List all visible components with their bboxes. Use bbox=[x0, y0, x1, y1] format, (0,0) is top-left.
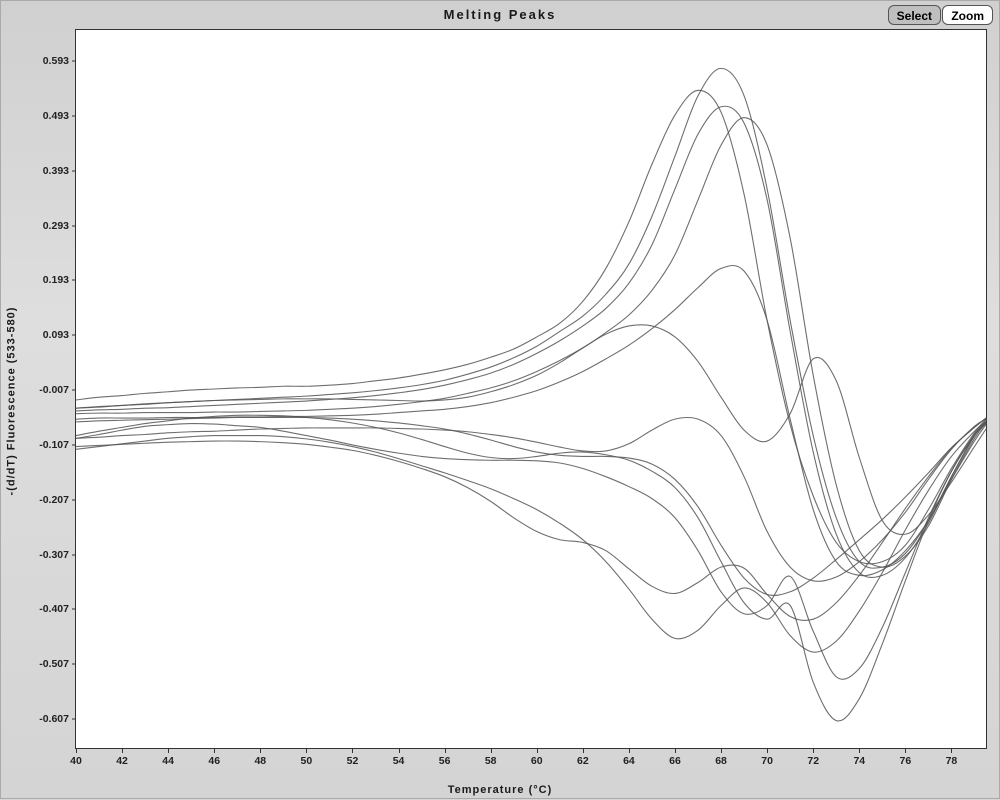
curve-8 bbox=[76, 424, 986, 680]
y-tick-label: -0.607 bbox=[39, 713, 69, 725]
x-tick-label: 46 bbox=[208, 755, 220, 767]
chart-title: Melting Peaks bbox=[1, 7, 999, 22]
x-tick-label: 74 bbox=[853, 755, 865, 767]
curve-10 bbox=[76, 418, 986, 620]
y-tick-label: 0.193 bbox=[43, 274, 69, 286]
curve-9 bbox=[76, 421, 986, 652]
y-tick-label: 0.093 bbox=[43, 329, 69, 341]
x-tick-label: 44 bbox=[162, 755, 174, 767]
y-tick-label: -0.007 bbox=[39, 384, 69, 396]
x-tick-label: 48 bbox=[254, 755, 266, 767]
y-tick-label: -0.507 bbox=[39, 658, 69, 670]
x-tick-label: 70 bbox=[761, 755, 773, 767]
x-tick-label: 64 bbox=[623, 755, 635, 767]
x-tick-label: 62 bbox=[577, 755, 589, 767]
y-tick-label: -0.407 bbox=[39, 603, 69, 615]
curve-2 bbox=[76, 68, 986, 568]
x-tick-label: 56 bbox=[439, 755, 451, 767]
curve-1 bbox=[76, 90, 986, 564]
y-tick-label: -0.107 bbox=[39, 439, 69, 451]
select-button[interactable]: Select bbox=[888, 5, 941, 25]
chart-frame: Melting Peaks Select Zoom -(d/dT) Fluore… bbox=[0, 0, 1000, 799]
x-tick-label: 42 bbox=[116, 755, 128, 767]
x-tick-label: 52 bbox=[347, 755, 359, 767]
y-tick-label: 0.393 bbox=[43, 165, 69, 177]
y-tick-label: -0.307 bbox=[39, 549, 69, 561]
x-tick-label: 40 bbox=[70, 755, 82, 767]
x-tick-label: 58 bbox=[485, 755, 497, 767]
x-tick-label: 68 bbox=[715, 755, 727, 767]
x-tick-label: 50 bbox=[301, 755, 313, 767]
y-tick-label: 0.293 bbox=[43, 220, 69, 232]
curve-4 bbox=[76, 118, 986, 568]
x-tick-label: 54 bbox=[393, 755, 405, 767]
x-tick-label: 76 bbox=[900, 755, 912, 767]
plot-area bbox=[75, 29, 987, 749]
x-axis-ticks: 4042444648505254565860626466687072747678 bbox=[75, 749, 987, 779]
zoom-button[interactable]: Zoom bbox=[942, 5, 993, 25]
x-tick-label: 60 bbox=[531, 755, 543, 767]
y-tick-label: -0.207 bbox=[39, 494, 69, 506]
x-tick-label: 78 bbox=[946, 755, 958, 767]
x-axis-label: Temperature (°C) bbox=[1, 784, 999, 796]
y-tick-label: 0.493 bbox=[43, 110, 69, 122]
y-axis-label: -(d/dT) Fluorescence (533-580) bbox=[3, 1, 19, 800]
x-tick-label: 66 bbox=[669, 755, 681, 767]
y-tick-label: 0.593 bbox=[43, 55, 69, 67]
x-tick-label: 72 bbox=[807, 755, 819, 767]
y-axis-ticks: -0.607 -0.507 -0.407 -0.307 -0.207 -0.107 -0.0… bbox=[19, 29, 73, 749]
curves-svg bbox=[76, 30, 986, 748]
